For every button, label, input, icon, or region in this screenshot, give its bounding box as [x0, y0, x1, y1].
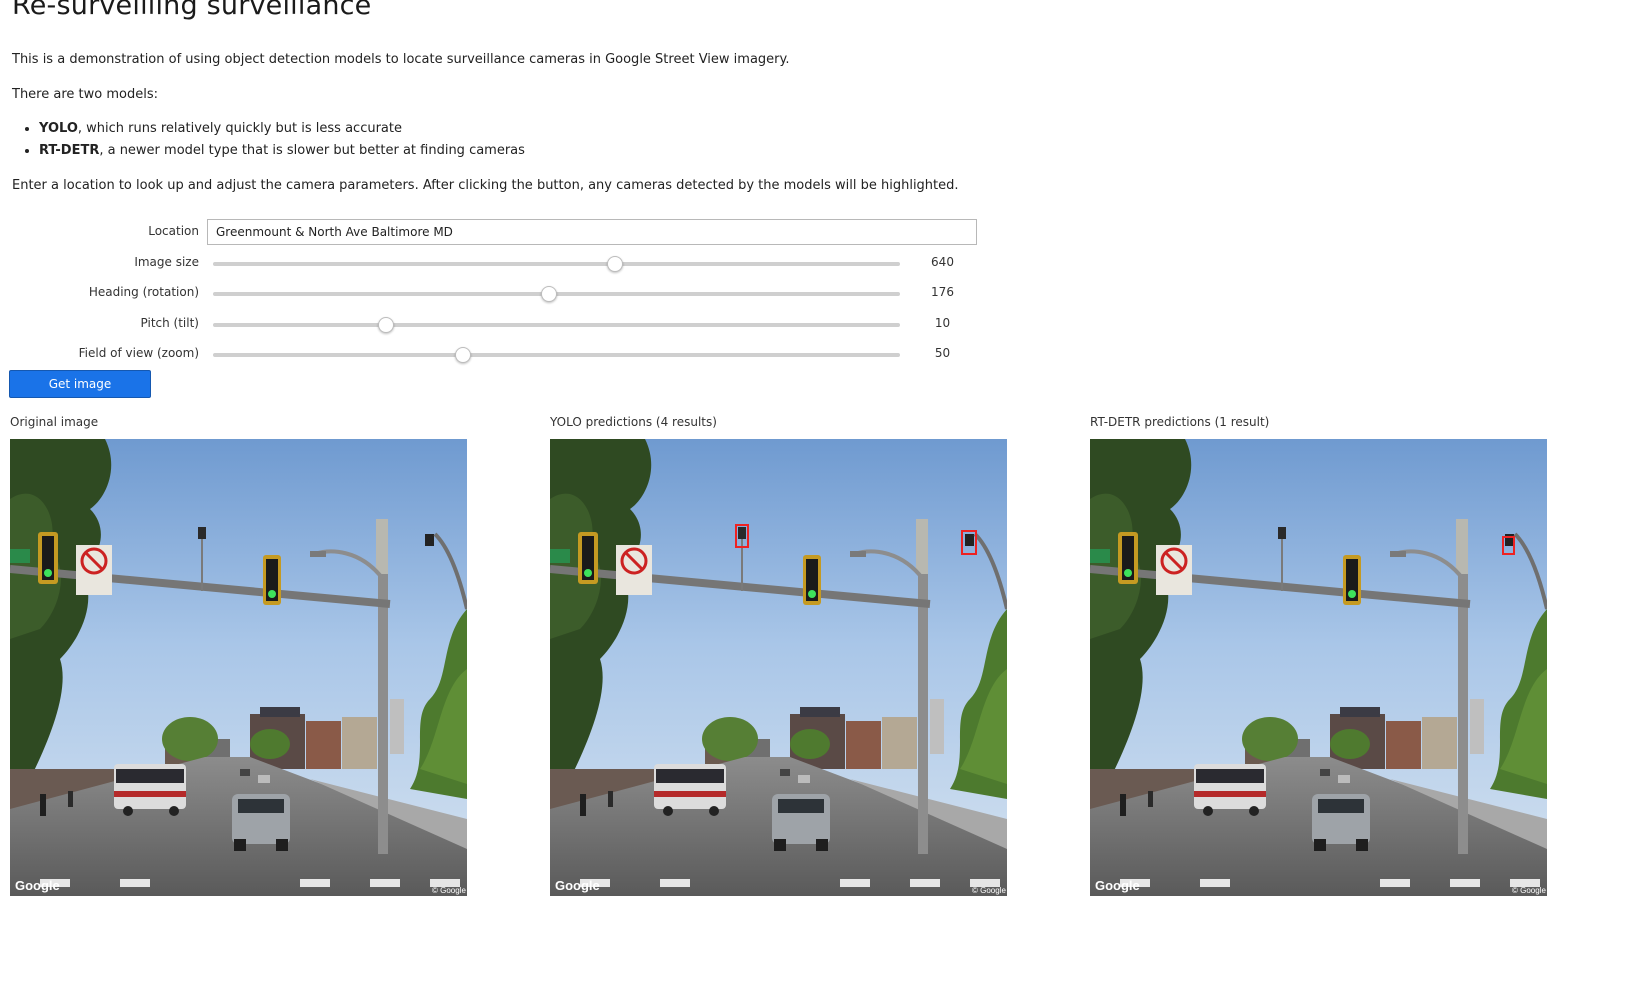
model-name: RT-DETR — [39, 143, 100, 158]
slider-thumb[interactable] — [606, 256, 623, 272]
model-name: YOLO — [39, 121, 78, 136]
instructions-text: Enter a location to look up and adjust t… — [12, 178, 959, 193]
google-logo: Google — [15, 878, 60, 893]
pitch-slider[interactable] — [213, 317, 900, 333]
panel-title: YOLO predictions (4 results) — [550, 415, 717, 429]
detection-box — [735, 524, 749, 548]
detection-box — [961, 530, 977, 555]
slider-thumb[interactable] — [540, 286, 557, 302]
slider-label: Pitch (tilt) — [140, 316, 199, 330]
fov-slider[interactable] — [213, 347, 900, 363]
copyright-text: © Google — [972, 886, 1006, 895]
heading-slider[interactable] — [213, 286, 900, 302]
yolo-predictions-image: Google © Google — [550, 439, 1007, 896]
panel-title: Original image — [10, 415, 99, 429]
slider-thumb[interactable] — [377, 317, 394, 333]
slider-label: Field of view (zoom) — [78, 346, 199, 360]
model-desc: , a newer model type that is slower but … — [99, 143, 525, 158]
slider-value: 176 — [931, 285, 954, 299]
slider-value: 50 — [934, 346, 951, 360]
slider-row-pitch: Pitch (tilt) 10 — [0, 311, 1000, 337]
detection-box — [1502, 536, 1515, 555]
page-title: Re-surveilling surveillance — [12, 0, 372, 21]
list-item: RT-DETR, a newer model type that is slow… — [39, 142, 525, 164]
model-desc: , which runs relatively quickly but is l… — [77, 121, 402, 136]
google-logo: Google — [1095, 878, 1140, 893]
slider-row-heading: Heading (rotation) 176 — [0, 280, 1000, 306]
location-label: Location — [148, 224, 199, 238]
image-size-slider[interactable] — [213, 256, 900, 272]
panel-title: RT-DETR predictions (1 result) — [1090, 415, 1270, 429]
models-list: YOLO, which runs relatively quickly but … — [12, 120, 525, 164]
get-image-button[interactable]: Get image — [9, 370, 151, 398]
original-image: Google © Google — [10, 439, 467, 896]
slider-value: 640 — [931, 255, 954, 269]
slider-label: Heading (rotation) — [88, 285, 199, 299]
google-logo: Google — [555, 878, 600, 893]
copyright-text: © Google — [1512, 886, 1546, 895]
slider-row-fov: Field of view (zoom) 50 — [0, 341, 1000, 367]
intro-text: This is a demonstration of using object … — [12, 52, 790, 67]
models-intro-text: There are two models: — [12, 87, 158, 102]
location-input[interactable] — [207, 219, 977, 245]
slider-value: 10 — [934, 316, 951, 330]
slider-label: Image size — [134, 255, 199, 269]
list-item: YOLO, which runs relatively quickly but … — [39, 120, 525, 142]
rtdetr-predictions-image: Google © Google — [1090, 439, 1547, 896]
location-row: Location — [0, 219, 1000, 245]
slider-row-image-size: Image size 640 — [0, 250, 1000, 276]
slider-thumb[interactable] — [455, 347, 472, 363]
copyright-text: © Google — [432, 886, 466, 895]
